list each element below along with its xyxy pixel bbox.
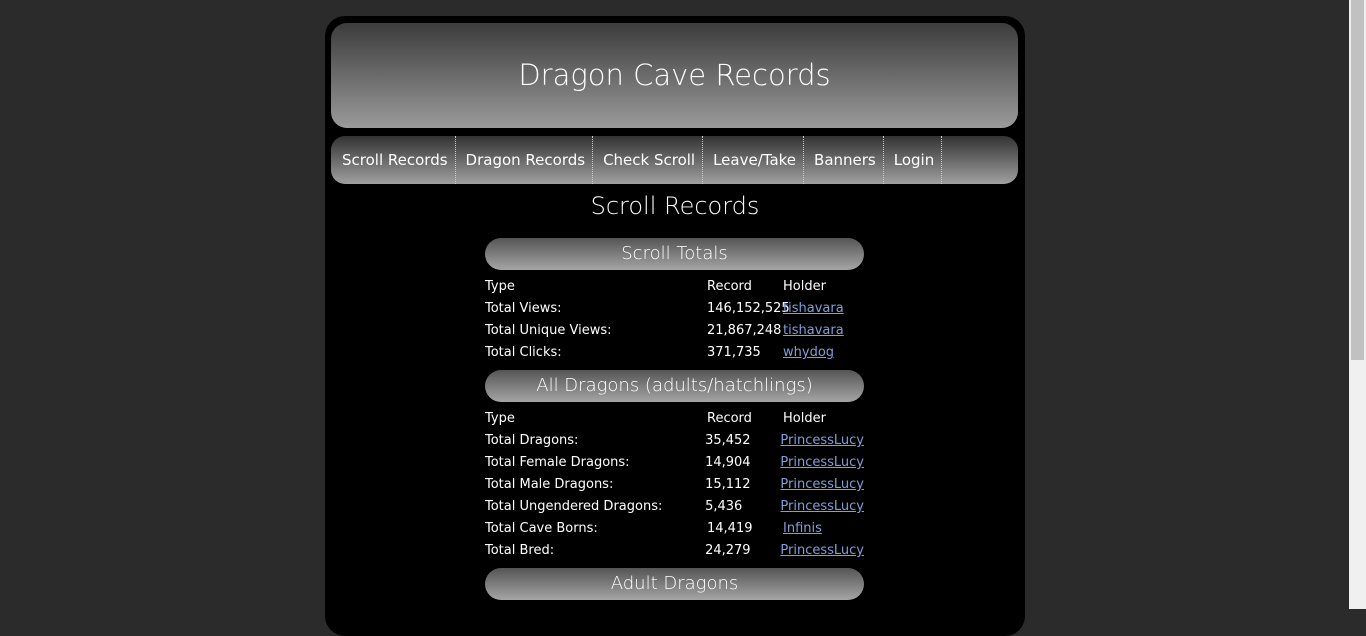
record-type: Total Female Dragons: <box>485 455 630 470</box>
holder-link[interactable]: PrincessLucy <box>780 499 864 514</box>
record-type: Total Dragons: <box>485 433 579 448</box>
table-row: Total Male Dragons: 15,112 PrincessLucy <box>485 474 864 496</box>
record-type: Total Ungendered Dragons: <box>485 499 663 514</box>
record-value: 14,904 <box>705 455 751 470</box>
holder-link[interactable]: PrincessLucy <box>780 455 864 470</box>
site-header: Dragon Cave Records <box>331 23 1018 128</box>
record-value: 371,735 <box>707 345 761 360</box>
record-value: 5,436 <box>705 499 743 514</box>
table-row: Total Cave Borns: 14,419 Infinis <box>485 518 864 540</box>
table-row: Total Views: 146,152,525 tishavara <box>485 298 864 320</box>
record-value: 15,112 <box>705 477 751 492</box>
table-row: Total Dragons: 35,452 PrincessLucy <box>485 430 864 452</box>
table-row: Total Female Dragons: 14,904 PrincessLucy <box>485 452 864 474</box>
section-header: Adult Dragons <box>485 568 864 600</box>
page-container: Dragon Cave Records Scroll Records Drago… <box>325 16 1025 636</box>
col-type: Type <box>485 411 515 426</box>
col-record: Record <box>707 411 752 426</box>
nav-login[interactable]: Login <box>884 136 943 184</box>
records-table: Type Record Holder Total Views: 146,152,525 t… <box>485 276 864 364</box>
col-holder: Holder <box>783 279 826 294</box>
section-header: Scroll Totals <box>485 238 864 270</box>
holder-link[interactable]: whydog <box>783 345 834 360</box>
record-value: 21,867,248 <box>707 323 782 338</box>
section-header: All Dragons (adults/hatchlings) <box>485 370 864 402</box>
record-value: 146,152,525 <box>707 301 790 316</box>
holder-link[interactable]: Infinis <box>783 521 822 536</box>
record-type: Total Clicks: <box>485 345 562 360</box>
records-table: Type Record Holder Total Dragons: 35,452 Prin… <box>485 408 864 562</box>
record-type: Total Views: <box>485 301 562 316</box>
page-title: Scroll Records <box>590 192 760 220</box>
scrollbar[interactable] <box>1349 0 1366 609</box>
table-header-row: Type Record Holder <box>485 276 864 298</box>
table-row: Total Bred: 24,279 PrincessLucy <box>485 540 864 562</box>
nav-bar: Scroll Records Dragon Records Check Scro… <box>331 136 1018 184</box>
record-type: Total Cave Borns: <box>485 521 598 536</box>
holder-link[interactable]: PrincessLucy <box>780 433 864 448</box>
record-type: Total Bred: <box>485 543 555 558</box>
scrollbar-thumb[interactable] <box>1351 0 1364 360</box>
holder-link[interactable]: PrincessLucy <box>780 543 864 558</box>
table-row: Total Clicks: 371,735 whydog <box>485 342 864 364</box>
holder-link[interactable]: tishavara <box>783 323 844 338</box>
record-value: 24,279 <box>705 543 751 558</box>
col-holder: Holder <box>783 411 826 426</box>
holder-link[interactable]: tishavara <box>783 301 844 316</box>
nav-scroll-records[interactable]: Scroll Records <box>331 136 456 184</box>
record-value: 35,452 <box>705 433 751 448</box>
table-row: Total Unique Views: 21,867,248 tishavara <box>485 320 864 342</box>
col-record: Record <box>707 279 752 294</box>
nav-leave-take[interactable]: Leave/Take <box>703 136 805 184</box>
table-header-row: Type Record Holder <box>485 408 864 430</box>
nav-banners[interactable]: Banners <box>804 136 884 184</box>
holder-link[interactable]: PrincessLucy <box>780 477 864 492</box>
record-value: 14,419 <box>707 521 753 536</box>
col-type: Type <box>485 279 515 294</box>
nav-dragon-records[interactable]: Dragon Records <box>456 136 594 184</box>
record-type: Total Male Dragons: <box>485 477 614 492</box>
nav-check-scroll[interactable]: Check Scroll <box>593 136 704 184</box>
table-row: Total Ungendered Dragons: 5,436 PrincessLu… <box>485 496 864 518</box>
records-content: Scroll Totals Type Record Holder Total Views… <box>485 238 864 606</box>
record-type: Total Unique Views: <box>485 323 612 338</box>
